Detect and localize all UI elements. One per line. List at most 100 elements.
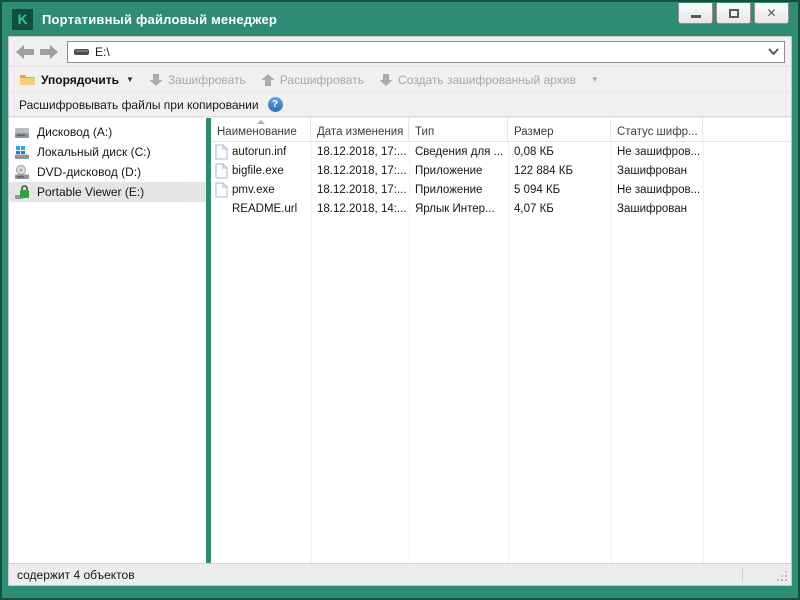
create-archive-dropdown-icon: ▼: [591, 76, 599, 84]
encrypt-button[interactable]: Зашифровать: [149, 73, 246, 87]
window-content: E:\ Упорядочить ▼ Зашифро: [8, 36, 792, 586]
file-icon: [215, 144, 228, 160]
column-header-type[interactable]: Тип: [409, 118, 508, 141]
column-header-date-label: Дата изменения: [317, 126, 403, 138]
file-row-autorun[interactable]: autorun.inf 18.12.2018, 17:... Сведения …: [211, 142, 791, 161]
sort-ascending-icon: [257, 120, 265, 124]
file-name: bigfile.exe: [232, 165, 284, 177]
minimize-icon: [691, 15, 701, 18]
maximize-button[interactable]: [716, 3, 751, 24]
file-type: Сведения для ...: [409, 146, 508, 158]
column-gridline: [703, 142, 704, 563]
hard-drive-icon: [14, 145, 31, 160]
organize-dropdown-icon: ▼: [126, 76, 134, 84]
file-name: pmv.exe: [232, 184, 275, 196]
file-size: 5 094 КБ: [508, 184, 611, 196]
options-bar: Расшифровывать файлы при копировании ?: [9, 93, 791, 117]
file-date: 18.12.2018, 17:...: [311, 184, 409, 196]
file-type: Приложение: [409, 165, 508, 177]
toolbar: Упорядочить ▼ Зашифровать Расшифровать: [9, 67, 791, 93]
file-row-readme[interactable]: README.url 18.12.2018, 14:... Ярлык Инте…: [211, 199, 791, 218]
close-icon: ✕: [766, 6, 776, 20]
help-icon[interactable]: ?: [268, 97, 283, 112]
navigation-bar: E:\: [9, 37, 791, 67]
decrypt-arrow-up-icon: [261, 73, 275, 87]
create-archive-label: Создать зашифрованный архив: [398, 73, 576, 87]
sidebar-item-label: Локальный диск (C:): [37, 145, 151, 159]
column-header-date[interactable]: Дата изменения: [311, 118, 409, 141]
file-encryption-status: Не зашифров...: [611, 146, 703, 158]
file-encryption-status: Зашифрован: [611, 203, 703, 215]
file-date: 18.12.2018, 14:...: [311, 203, 409, 215]
status-text: содержит 4 объектов: [17, 568, 135, 582]
column-header-size[interactable]: Размер: [508, 118, 611, 141]
column-gridline: [409, 142, 410, 563]
encrypt-label: Зашифровать: [168, 73, 246, 87]
folder-icon: [19, 73, 36, 86]
sidebar-item-drive-c[interactable]: Локальный диск (C:): [9, 142, 206, 162]
file-list: Наименование Дата изменения Тип Размер С…: [211, 118, 791, 563]
drive-tree: Дисковод (A:) Локальный диск (C:): [9, 118, 206, 563]
status-bar: содержит 4 объектов: [9, 563, 791, 585]
back-button[interactable]: [13, 42, 37, 62]
column-header-status[interactable]: Статус шифр...: [611, 118, 703, 141]
window-controls: ✕: [678, 3, 789, 24]
sidebar-item-drive-e[interactable]: Portable Viewer (E:): [9, 182, 206, 202]
archive-arrow-down-icon: [379, 73, 393, 87]
column-header-name-label: Наименование: [217, 126, 297, 138]
sidebar-item-label: Дисковод (A:): [37, 125, 112, 139]
file-name: README.url: [232, 203, 297, 215]
status-separator: [742, 568, 743, 581]
column-header-status-label: Статус шифр...: [617, 126, 698, 138]
column-header-name[interactable]: Наименование: [211, 118, 311, 141]
create-archive-button[interactable]: Создать зашифрованный архив ▼: [379, 73, 599, 87]
file-icon-empty: [215, 201, 228, 217]
file-encryption-status: Зашифрован: [611, 165, 703, 177]
file-size: 0,08 КБ: [508, 146, 611, 158]
decrypt-label: Расшифровать: [280, 73, 364, 87]
file-encryption-status: Не зашифров...: [611, 184, 703, 196]
file-row-pmv[interactable]: pmv.exe 18.12.2018, 17:... Приложение 5 …: [211, 180, 791, 199]
file-type: Приложение: [409, 184, 508, 196]
forward-button[interactable]: [37, 42, 61, 62]
file-size: 122 884 КБ: [508, 165, 611, 177]
file-type: Ярлык Интер...: [409, 203, 508, 215]
column-gridline: [311, 142, 312, 563]
sidebar-item-drive-d[interactable]: DVD-дисковод (D:): [9, 162, 206, 182]
locked-drive-icon: [14, 185, 31, 200]
column-gridline: [611, 142, 612, 563]
file-icon: [215, 182, 228, 198]
file-date: 18.12.2018, 17:...: [311, 146, 409, 158]
decrypt-button[interactable]: Расшифровать: [261, 73, 364, 87]
column-header-type-label: Тип: [415, 126, 434, 138]
decrypt-on-copy-label[interactable]: Расшифровывать файлы при копировании: [19, 98, 259, 112]
column-header-size-label: Размер: [514, 126, 554, 138]
file-list-header: Наименование Дата изменения Тип Размер С…: [211, 118, 791, 142]
file-name: autorun.inf: [232, 146, 286, 158]
file-row-bigfile[interactable]: bigfile.exe 18.12.2018, 17:... Приложени…: [211, 161, 791, 180]
chevron-down-icon[interactable]: [768, 48, 779, 55]
main-area: Дисковод (A:) Локальный диск (C:): [9, 118, 791, 563]
file-icon: [215, 163, 228, 179]
app-window: K Портативный файловый менеджер ✕: [0, 0, 800, 600]
sidebar-item-label: Portable Viewer (E:): [37, 185, 144, 199]
back-arrow-icon: [15, 44, 35, 60]
column-header-filler: [703, 118, 791, 141]
organize-button[interactable]: Упорядочить ▼: [19, 73, 134, 87]
dvd-drive-icon: [14, 165, 31, 180]
floppy-drive-icon: [14, 125, 31, 140]
minimize-button[interactable]: [678, 3, 713, 24]
forward-arrow-icon: [39, 44, 59, 60]
file-size: 4,07 КБ: [508, 203, 611, 215]
file-date: 18.12.2018, 17:...: [311, 165, 409, 177]
column-gridline: [508, 142, 509, 563]
sidebar-item-drive-a[interactable]: Дисковод (A:): [9, 122, 206, 142]
maximize-icon: [729, 9, 739, 18]
address-text: E:\: [95, 45, 110, 59]
resize-grip[interactable]: [785, 579, 787, 581]
sidebar-item-label: DVD-дисковод (D:): [37, 165, 141, 179]
address-bar[interactable]: E:\: [67, 41, 785, 63]
encrypt-arrow-down-icon: [149, 73, 163, 87]
organize-label: Упорядочить: [41, 73, 119, 87]
close-button[interactable]: ✕: [754, 3, 789, 24]
